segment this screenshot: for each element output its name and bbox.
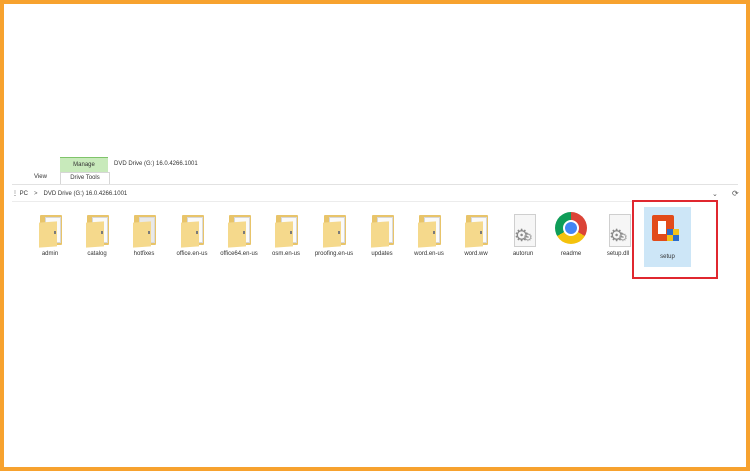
ribbon-divider <box>12 184 738 185</box>
file-item-label: proofing.en-us <box>314 251 354 257</box>
file-item-updates[interactable]: updates <box>362 213 402 258</box>
file-item-word-ww[interactable]: word.ww <box>456 213 496 258</box>
window-title: DVD Drive (G:) 16.0.4266.1001 <box>114 161 198 167</box>
chrome-icon <box>554 211 588 245</box>
file-item-hotfixes[interactable]: hotfixes <box>124 213 164 258</box>
file-item-catalog[interactable]: catalog <box>77 213 117 258</box>
folder-icon <box>130 213 158 248</box>
file-item-readme[interactable]: readme <box>551 211 591 258</box>
address-bar[interactable]: ⋮ PC > DVD Drive (G:) 16.0.4266.1001 <box>12 188 717 202</box>
folder-icon <box>462 213 490 248</box>
folder-icon <box>83 213 111 248</box>
file-item-osm-en-us[interactable]: osm.en-us <box>266 213 306 258</box>
file-item-proofing-en-us[interactable]: proofing.en-us <box>314 213 354 258</box>
refresh-icon[interactable]: ⟳ <box>732 189 739 198</box>
file-item-label: office64.en-us <box>220 251 258 257</box>
file-item-label: updates <box>371 251 393 257</box>
file-item-label: readme <box>560 251 582 257</box>
file-item-label: catalog <box>87 251 107 257</box>
folder-icon <box>178 213 206 248</box>
breadcrumb-dvd-drive[interactable]: DVD Drive (G:) 16.0.4266.1001 <box>44 188 128 201</box>
file-item-admin[interactable]: admin <box>30 213 70 258</box>
file-item-label: office.en-us <box>176 251 208 257</box>
file-item-label: word.en-us <box>414 251 444 257</box>
tab-view[interactable]: View <box>30 172 51 183</box>
file-item-office64-en-us[interactable]: office64.en-us <box>219 213 259 258</box>
tab-drive-tools[interactable]: Drive Tools <box>60 172 110 184</box>
file-item-word-en-us[interactable]: word.en-us <box>409 213 449 258</box>
manage-context-tab[interactable]: Manage <box>60 157 108 172</box>
file-item-label: admin <box>41 251 59 257</box>
file-item-label: hotfixes <box>133 251 155 257</box>
settings-file-icon: ⚙ ⚙ <box>509 213 537 247</box>
folder-icon <box>36 213 64 248</box>
file-item-office-en-us[interactable]: office.en-us <box>172 213 212 258</box>
folder-icon <box>272 213 300 248</box>
folder-icon <box>368 213 396 248</box>
file-item-autorun[interactable]: ⚙ ⚙ autorun <box>503 213 543 258</box>
file-item-label: osm.en-us <box>271 251 300 257</box>
settings-file-icon: ⚙ ⚙ <box>604 213 632 247</box>
file-item-label: word.ww <box>464 251 488 257</box>
chevron-down-icon[interactable]: ⌄ <box>712 190 718 198</box>
folder-icon <box>415 213 443 248</box>
file-item-label: autorun <box>512 251 534 257</box>
folder-icon <box>320 213 348 248</box>
chevron-right-icon: > <box>34 191 38 197</box>
breadcrumb-this-pc[interactable]: ⋮ PC <box>12 188 28 201</box>
annotation-highlight-box <box>632 200 718 279</box>
folder-icon <box>225 213 253 248</box>
